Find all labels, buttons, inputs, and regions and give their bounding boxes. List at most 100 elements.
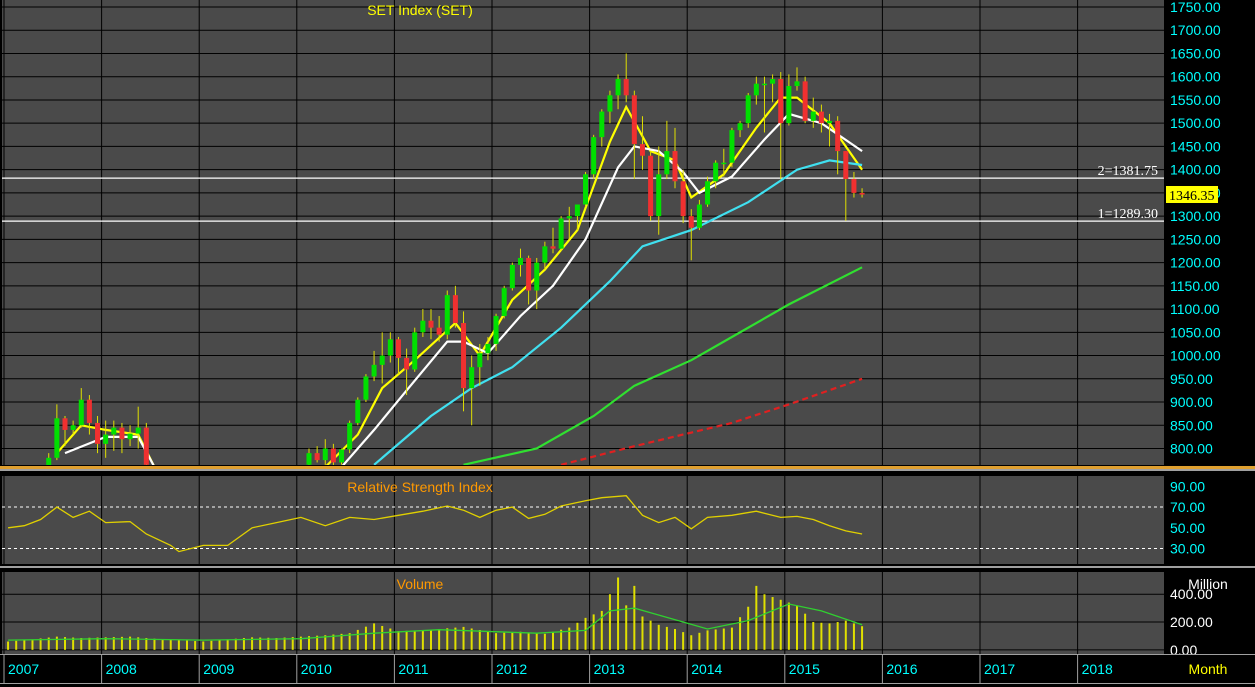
y-tick-label: 1700.00 [1170, 22, 1221, 38]
candle-body [371, 364, 377, 377]
candle-body [54, 418, 60, 458]
y-tick-label: 1250.00 [1170, 231, 1221, 247]
price-panel-title: SET Index (SET) [367, 2, 473, 18]
candle-body [729, 130, 735, 163]
candle-body [452, 295, 458, 324]
candle-body [607, 95, 613, 112]
candle-body [485, 343, 491, 354]
candle-body [745, 95, 751, 124]
y-tick-label: 1650.00 [1170, 45, 1221, 61]
candle-body [558, 218, 564, 249]
y-tick-label: 1150.00 [1170, 278, 1220, 294]
candle-body [428, 320, 434, 328]
candle-body [395, 339, 401, 358]
x-tick-label: 2016 [886, 661, 917, 677]
candle-body [696, 204, 702, 228]
candle-body [363, 376, 369, 400]
x-tick-label: 2011 [398, 661, 428, 677]
candle-body [648, 155, 654, 217]
candle-body [534, 262, 540, 291]
candle-body [420, 320, 426, 333]
candle-body [623, 79, 629, 96]
candle-body [574, 204, 580, 217]
period-label[interactable]: Month [1189, 661, 1228, 677]
y-tick-label: 70.00 [1170, 499, 1205, 515]
y-tick-label: 1600.00 [1170, 69, 1221, 85]
y-tick-label: 50.00 [1170, 520, 1205, 536]
candle-body [753, 83, 759, 96]
candle-body [86, 399, 92, 423]
candle-body [517, 257, 523, 265]
candle-body [347, 422, 353, 450]
y-tick-label: 1450.00 [1170, 138, 1221, 154]
candle-body [501, 288, 507, 317]
candle-body [78, 399, 84, 426]
volume-panel[interactable] [2, 572, 1164, 654]
rsi-panel[interactable] [2, 476, 1164, 564]
bottom-border [0, 683, 1255, 684]
rsi-panel-title: Relative Strength Index [347, 479, 493, 495]
candle-body [827, 120, 833, 124]
candle-body [802, 81, 808, 121]
candle-body [306, 453, 312, 465]
y-tick-label: 200.00 [1170, 614, 1213, 630]
x-tick-label: 2010 [301, 661, 332, 677]
y-tick-label: 850.00 [1170, 417, 1213, 433]
candle-body [737, 123, 743, 131]
candle-body [127, 433, 133, 440]
y-tick-label: 30.00 [1170, 540, 1205, 556]
candle-body [330, 448, 336, 463]
candle-body [493, 316, 499, 344]
x-tick-label: 2007 [8, 661, 39, 677]
candle-body [62, 418, 68, 430]
candle-body [387, 339, 393, 356]
candle-body [713, 162, 719, 182]
candle-body [119, 427, 125, 440]
candle-body [591, 137, 597, 175]
x-tick-label: 2009 [203, 661, 234, 677]
y-tick-label: 900.00 [1170, 394, 1213, 410]
candle-body [322, 448, 328, 461]
y-tick-label: 1500.00 [1170, 115, 1221, 131]
reference-line-label: 2=1381.75 [1098, 164, 1158, 179]
candle-body [477, 353, 483, 368]
candle-body [412, 332, 418, 370]
x-tick-label: 2018 [1082, 661, 1113, 677]
candle-body [95, 422, 101, 444]
candle-body [550, 246, 556, 249]
candle-body [379, 355, 385, 365]
candle-body [770, 79, 776, 84]
y-tick-label: 1200.00 [1170, 255, 1221, 271]
y-tick-label: 1400.00 [1170, 162, 1221, 178]
y-tick-label: 1000.00 [1170, 348, 1221, 364]
candle-body [786, 86, 792, 124]
volume-panel-title: Volume [397, 576, 444, 592]
candle-body [599, 111, 605, 138]
candle-body [103, 434, 109, 444]
candle-body [688, 216, 694, 228]
candle-body [135, 427, 141, 434]
x-axis-line [0, 654, 1255, 655]
last-price-value: 1346.35 [1169, 189, 1215, 204]
candle-body [509, 264, 515, 289]
candle-body [778, 79, 784, 124]
y-tick-label: 1550.00 [1170, 92, 1221, 108]
candle-body [526, 257, 532, 291]
candle-body [314, 453, 320, 461]
candle-body [656, 174, 662, 217]
candle-body [680, 181, 686, 217]
candle-body [810, 111, 816, 121]
candle-body [721, 162, 727, 165]
x-tick-label: 2008 [106, 661, 137, 677]
y-tick-label: 90.00 [1170, 478, 1205, 494]
candle-body [444, 295, 450, 335]
x-tick-label: 2012 [496, 661, 527, 677]
candle-body [469, 367, 475, 389]
separator-bar [0, 469, 1255, 471]
candle-body [404, 357, 410, 370]
candle-body [843, 151, 849, 179]
price-panel[interactable] [2, 0, 1164, 465]
y-tick-label: 0.00 [1170, 642, 1197, 658]
x-tick-label: 2017 [984, 661, 1015, 677]
candle-body [859, 192, 865, 195]
